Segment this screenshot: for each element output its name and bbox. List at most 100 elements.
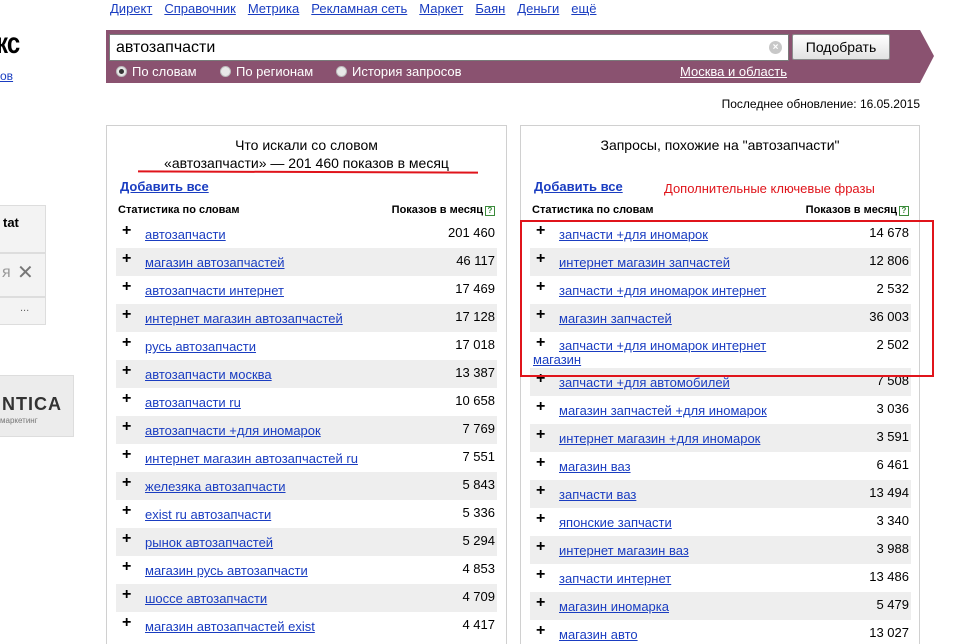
add-phrase-icon[interactable]: +: [536, 483, 545, 499]
impressions-count: 201 460: [448, 225, 495, 240]
nav-link[interactable]: Рекламная сеть: [311, 1, 407, 16]
phrase-link[interactable]: магазин автозапчастей exist: [145, 619, 315, 634]
add-phrase-icon[interactable]: +: [122, 279, 131, 295]
region-link[interactable]: Москва и область: [680, 64, 787, 79]
phrase-link[interactable]: железяка автозапчасти: [145, 479, 286, 494]
side-banner[interactable]: NTICA маркетинг: [0, 375, 74, 437]
logo[interactable]: кс: [0, 27, 20, 61]
add-phrase-icon[interactable]: +: [122, 307, 131, 323]
add-phrase-icon[interactable]: +: [122, 251, 131, 267]
impressions-count: 7 769: [462, 421, 495, 436]
radio-by-regions[interactable]: По регионам: [220, 64, 313, 79]
help-icon[interactable]: ?: [485, 206, 495, 216]
col-header-count-label: Показов в месяц: [391, 204, 483, 216]
impressions-count: 5 336: [462, 505, 495, 520]
impressions-count: 13 027: [869, 625, 909, 640]
phrase-link[interactable]: магазин запчастей +для иномарок: [559, 403, 767, 418]
add-phrase-icon[interactable]: +: [122, 419, 131, 435]
phrase-link[interactable]: магазин русь автозапчасти: [145, 563, 308, 578]
phrase-link[interactable]: запчасти ваз: [559, 487, 636, 502]
help-icon[interactable]: ?: [899, 206, 909, 216]
phrase-link[interactable]: японские запчасти: [559, 515, 672, 530]
services-nav: Директ Справочник Метрика Рекламная сеть Мар…: [110, 1, 608, 17]
add-phrase-icon[interactable]: +: [536, 455, 545, 471]
table-row: + интернет магазин автозапчастей ru 7 551: [116, 444, 497, 472]
table-row: + магазин автозапчастей 46 117: [116, 248, 497, 276]
phrase-link[interactable]: русь автозапчасти: [145, 339, 256, 354]
nav-link[interactable]: Деньги: [517, 1, 559, 16]
col-header-count: Показов в месяц?: [806, 204, 909, 216]
side-widget-stat: tat: [0, 205, 46, 253]
radio-icon: [220, 66, 231, 77]
add-phrase-icon[interactable]: +: [536, 567, 545, 583]
add-phrase-icon[interactable]: +: [122, 531, 131, 547]
add-phrase-icon[interactable]: +: [122, 223, 131, 239]
add-phrase-icon[interactable]: +: [536, 539, 545, 555]
side-widget-stat-label: tat: [3, 215, 19, 230]
table-row: + автозапчасти москва 13 387: [116, 360, 497, 388]
phrase-link[interactable]: автозапчасти ru: [145, 395, 241, 410]
panel-title: Что искали со словом «автозапчасти» — 20…: [107, 136, 506, 172]
search-input[interactable]: [110, 35, 760, 60]
phrase-link[interactable]: интернет магазин ваз: [559, 543, 689, 558]
phrase-link[interactable]: рынок автозапчастей: [145, 535, 273, 550]
nav-link[interactable]: Баян: [475, 1, 505, 16]
impressions-count: 5 479: [876, 597, 909, 612]
side-banner-brand: NTICA: [2, 394, 62, 414]
add-all-button[interactable]: Добавить все: [534, 179, 623, 194]
add-phrase-icon[interactable]: +: [536, 511, 545, 527]
submit-button[interactable]: Подобрать: [792, 34, 890, 60]
add-phrase-icon[interactable]: +: [536, 623, 545, 639]
phrase-link[interactable]: интернет магазин +для иномарок: [559, 431, 760, 446]
impressions-count: 7 551: [462, 449, 495, 464]
nav-link[interactable]: Метрика: [248, 1, 299, 16]
side-widget-more: ...: [0, 297, 46, 325]
add-phrase-icon[interactable]: +: [122, 363, 131, 379]
phrase-link[interactable]: шоссе автозапчасти: [145, 591, 267, 606]
col-header-count: Показов в месяц?: [392, 204, 495, 216]
radio-history[interactable]: История запросов: [336, 64, 462, 79]
add-phrase-icon[interactable]: +: [122, 587, 131, 603]
phrase-link[interactable]: магазин авто: [559, 627, 638, 642]
add-phrase-icon[interactable]: +: [536, 427, 545, 443]
table-row: + магазин иномарка 5 479: [530, 592, 911, 620]
add-phrase-icon[interactable]: +: [122, 475, 131, 491]
phrase-link[interactable]: магазин ваз: [559, 459, 631, 474]
nav-link[interactable]: Маркет: [419, 1, 463, 16]
add-phrase-icon[interactable]: +: [536, 595, 545, 611]
phrase-link[interactable]: автозапчасти: [145, 227, 226, 242]
radio-by-words[interactable]: По словам: [116, 64, 197, 79]
phrase-link[interactable]: автозапчасти +для иномарок: [145, 423, 321, 438]
phrase-link[interactable]: автозапчасти москва: [145, 367, 272, 382]
more-dots[interactable]: ...: [20, 302, 29, 314]
add-phrase-icon[interactable]: +: [122, 559, 131, 575]
phrase-link[interactable]: автозапчасти интернет: [145, 283, 284, 298]
add-phrase-icon[interactable]: +: [122, 615, 131, 631]
nav-link[interactable]: Справочник: [164, 1, 236, 16]
add-phrase-icon[interactable]: +: [122, 503, 131, 519]
add-phrase-icon[interactable]: +: [122, 447, 131, 463]
impressions-count: 13 494: [869, 485, 909, 500]
nav-link[interactable]: ещё: [571, 1, 596, 16]
phrase-link[interactable]: запчасти интернет: [559, 571, 671, 586]
radio-icon: [336, 66, 347, 77]
phrase-link[interactable]: магазин автозапчастей: [145, 255, 285, 270]
add-phrase-icon[interactable]: +: [536, 399, 545, 415]
phrase-link[interactable]: exist ru автозапчасти: [145, 507, 271, 522]
radio-label: По словам: [132, 64, 197, 79]
phrase-link[interactable]: магазин иномарка: [559, 599, 669, 614]
add-all-button[interactable]: Добавить все: [120, 179, 209, 194]
radio-label: По регионам: [236, 64, 314, 79]
logo-sub-link[interactable]: ов: [0, 69, 13, 83]
add-phrase-icon[interactable]: +: [122, 391, 131, 407]
table-row: + рынок автозапчастей 5 294: [116, 528, 497, 556]
impressions-count: 46 117: [456, 253, 495, 268]
nav-link[interactable]: Директ: [110, 1, 152, 16]
clear-icon[interactable]: ×: [769, 41, 782, 54]
phrase-link[interactable]: интернет магазин автозапчастей: [145, 311, 343, 326]
phrase-link[interactable]: интернет магазин автозапчастей ru: [145, 451, 358, 466]
phrase-link[interactable]: запчасти +для автомобилей: [559, 375, 730, 390]
close-icon[interactable]: ✕: [17, 260, 34, 285]
table-row: + магазин запчастей +для иномарок 3 036: [530, 396, 911, 424]
add-phrase-icon[interactable]: +: [122, 335, 131, 351]
